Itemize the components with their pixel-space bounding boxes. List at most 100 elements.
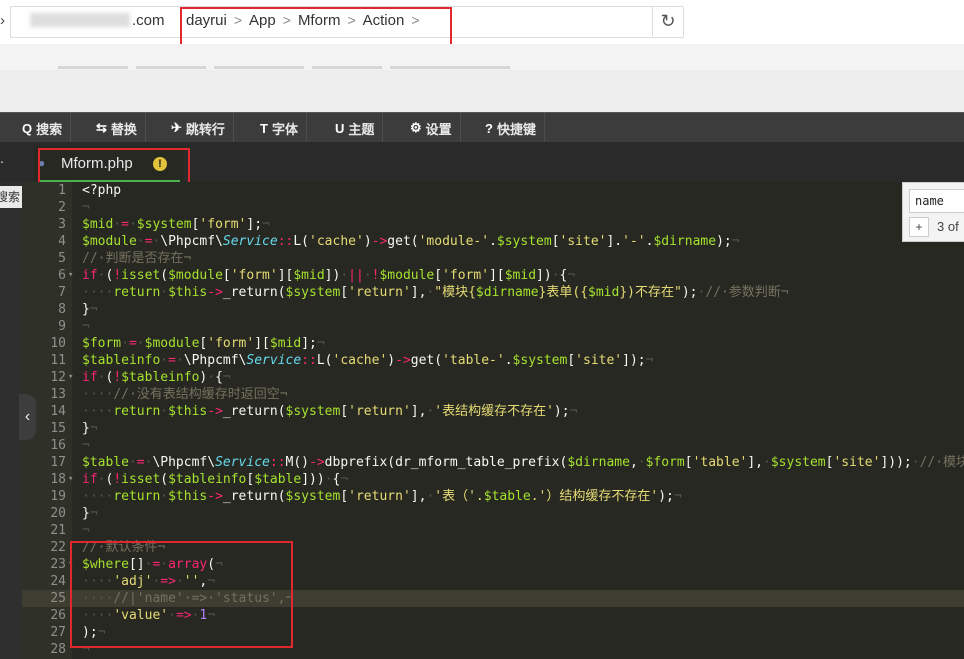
line-number: 9 <box>58 319 66 334</box>
settings-button[interactable]: ⚙ 设置 <box>402 113 461 143</box>
code-line[interactable]: 15}¬ <box>22 420 964 437</box>
code-line[interactable]: 25 ····//|'name'·=>·'status',¬ <box>22 590 964 607</box>
theme-icon: U <box>335 120 345 136</box>
line-number: 7 <box>58 285 66 300</box>
line-number: 28 <box>50 642 66 657</box>
code-line[interactable]: 22 //·默认条件¬ <box>22 539 964 556</box>
code-text: $where[]·=·array(¬ <box>82 557 223 572</box>
font-label: 字体 <box>271 121 298 137</box>
breadcrumb-item[interactable]: Action <box>363 12 405 29</box>
ghost-tab[interactable] <box>390 66 510 69</box>
code-line[interactable]: 17 $table·=·\Phpcmf\Service::M()->dbprefi… <box>22 454 964 471</box>
ghost-tab[interactable] <box>214 66 304 69</box>
line-number: 18 <box>50 472 66 487</box>
font-button[interactable]: T 字体 <box>252 113 307 143</box>
code-text: ····return·$this->_return($system['retur… <box>82 285 789 300</box>
line-number: 5 <box>58 251 66 266</box>
code-line[interactable]: 10 $form·=·$module['form'][$mid];¬ <box>22 335 964 352</box>
code-line[interactable]: 16 ¬ <box>22 437 964 454</box>
goto-line-button[interactable]: ✈ 跳转行 <box>163 113 234 143</box>
line-number: 10 <box>50 336 66 351</box>
line-number: 1 <box>58 183 66 198</box>
code-line[interactable]: 5 //·判断是否存在¬ <box>22 250 964 267</box>
warning-icon[interactable]: ! <box>153 157 167 171</box>
code-line[interactable]: 9 ¬ <box>22 318 964 335</box>
code-line[interactable]: 11 $tableinfo·=·\Phpcmf\Service::L('cache… <box>22 352 964 369</box>
search-icon: Q <box>22 120 33 136</box>
code-line[interactable]: 24 ····'adj'·=>·'',¬ <box>22 573 964 590</box>
back-chevron-icon[interactable]: › <box>0 12 5 29</box>
code-line[interactable]: 2 ¬ <box>22 199 964 216</box>
replace-label: 替换 <box>110 121 137 137</box>
code-line[interactable]: 8}¬ <box>22 301 964 318</box>
code-text: //·默认条件¬ <box>82 540 166 555</box>
theme-label: 主题 <box>348 121 375 137</box>
theme-button[interactable]: U 主题 <box>327 113 384 143</box>
code-line[interactable]: 23 ▾ $where[]·=·array(¬ <box>22 556 964 573</box>
code-text: $module·=·\Phpcmf\Service::L('cache')->g… <box>82 234 740 249</box>
line-number: 22 <box>50 540 66 555</box>
line-number: 19 <box>50 489 66 504</box>
fold-arrow-icon[interactable]: ▾ <box>68 471 73 488</box>
code-line[interactable]: 3 $mid·=·$system['form'];¬ <box>22 216 964 233</box>
line-number: 26 <box>50 608 66 623</box>
ghost-tab[interactable] <box>58 66 128 69</box>
code-line[interactable]: 7 ····return·$this->_return($system['retu… <box>22 284 964 301</box>
code-text: ¬ <box>82 523 90 538</box>
line-number: 25 <box>50 591 66 606</box>
code-line[interactable]: 12 ▾ if·(!$tableinfo)·{¬ <box>22 369 964 386</box>
breadcrumb-item[interactable]: App <box>249 12 276 29</box>
fold-arrow-icon[interactable]: ▾ <box>68 556 73 573</box>
search-button[interactable]: Q 搜索 <box>14 113 72 143</box>
line-number: 3 <box>58 217 66 232</box>
code-line[interactable]: 19 ····return·$this->_return($system['ret… <box>22 488 964 505</box>
breadcrumb-separator: > <box>233 12 243 28</box>
code-text: ¬ <box>82 642 90 657</box>
ghost-tab[interactable] <box>312 66 382 69</box>
code-text: ¬ <box>82 200 90 215</box>
goto-line-label: 跳转行 <box>185 121 225 137</box>
code-text: ····'adj'·=>·'',¬ <box>82 574 216 589</box>
breadcrumb-item[interactable]: Mform <box>298 12 341 29</box>
code-text: if·(!$tableinfo)·{¬ <box>82 370 231 385</box>
code-line[interactable]: 27);¬ <box>22 624 964 641</box>
code-text: );¬ <box>82 625 106 640</box>
line-number: 8 <box>58 302 66 317</box>
code-line[interactable]: 6 ▾ if·(!isset($module['form'][$mid])·||·!… <box>22 267 964 284</box>
code-text: ····//|'name'·=>·'status',¬ <box>82 591 294 606</box>
file-tab[interactable]: ● Mform.php ! <box>34 146 184 182</box>
code-line[interactable]: 28 ¬ <box>22 641 964 658</box>
address-bar: › .com dayrui > App > Mform > Action > ↻ <box>0 0 964 44</box>
breadcrumb-separator: > <box>411 12 420 28</box>
reload-icon[interactable]: ↻ <box>652 6 683 36</box>
code-line[interactable]: 13 ····//·没有表结构缓存时返回空¬ <box>22 386 964 403</box>
breadcrumb-separator: > <box>347 12 356 28</box>
find-options-button[interactable]: + <box>909 217 929 237</box>
fold-arrow-icon[interactable]: ▾ <box>68 267 73 284</box>
breadcrumb-item[interactable]: dayrui <box>186 12 227 29</box>
line-number: 12 <box>50 370 66 385</box>
collapse-panel-icon[interactable]: ‹ <box>19 394 36 440</box>
line-number: 6 <box>58 268 66 283</box>
breadcrumb: dayrui > App > Mform > Action > <box>186 12 427 29</box>
code-line[interactable]: 14 ····return·$this->_return($system['ret… <box>22 403 964 420</box>
code-line[interactable]: 21 ¬ <box>22 522 964 539</box>
code-text: ····'value'·=>·1¬ <box>82 608 216 623</box>
code-text: }¬ <box>82 506 98 521</box>
fold-arrow-icon[interactable]: ▾ <box>68 369 73 386</box>
shortcuts-button[interactable]: ? 快捷键 <box>477 113 545 143</box>
side-search-tab[interactable]: 搜索 <box>0 186 22 208</box>
help-icon: ? <box>485 120 493 136</box>
code-line[interactable]: 20}¬ <box>22 505 964 522</box>
find-input[interactable]: name <box>909 189 964 213</box>
code-line[interactable]: 18 ▾ if·(!isset($tableinfo[$table]))·{¬ <box>22 471 964 488</box>
ghost-tab[interactable] <box>136 66 206 69</box>
code-text: if·(!isset($tableinfo[$table]))·{¬ <box>82 472 349 487</box>
code-line[interactable]: 26 ····'value'·=>·1¬ <box>22 607 964 624</box>
replace-button[interactable]: ⇆ 替换 <box>88 113 146 143</box>
code-line[interactable]: 1 <?php <box>22 182 964 199</box>
blurred-domain <box>30 13 130 27</box>
code-line[interactable]: 4 $module·=·\Phpcmf\Service::L('cache')->… <box>22 233 964 250</box>
code-editor[interactable]: 1 <?php 2 ¬ 3 $mid·=·$system['form'];¬ 4 $modul… <box>22 182 964 659</box>
code-text: ····return·$this->_return($system['retur… <box>82 489 682 504</box>
